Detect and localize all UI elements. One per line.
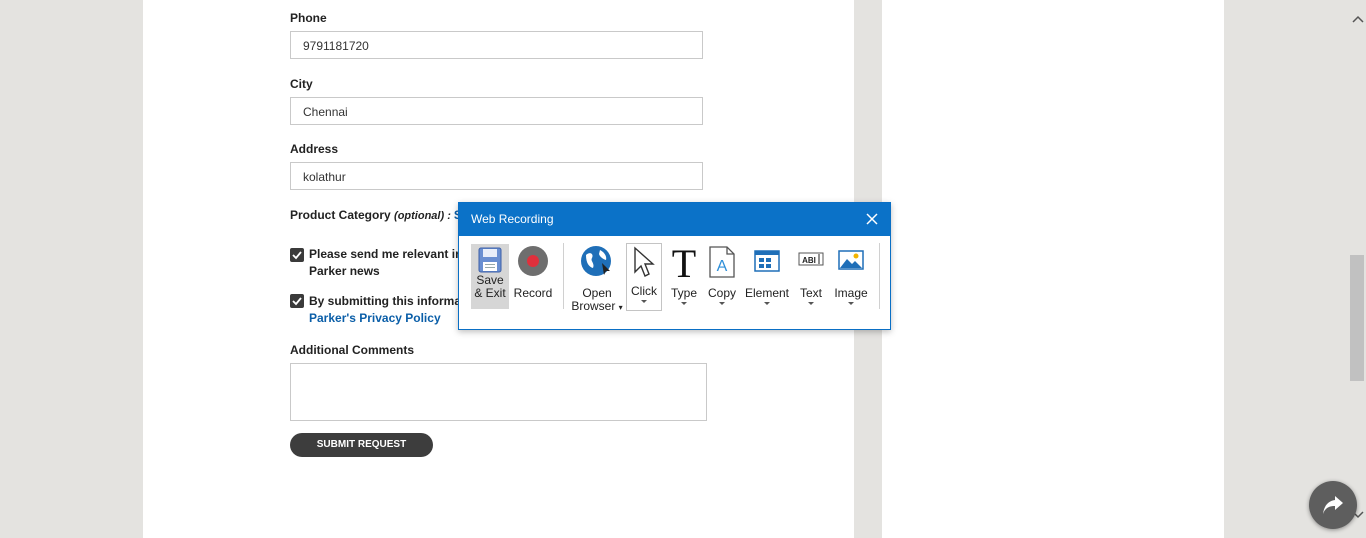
chevron-down-icon[interactable] [681, 302, 687, 305]
open-browser-label-2: Browser ▾ [571, 299, 623, 313]
copy-label: Copy [707, 286, 736, 300]
address-label: Address [290, 142, 339, 156]
svg-text:ABI: ABI [802, 256, 816, 265]
address-input[interactable]: kolathur [290, 162, 703, 190]
share-arrow-icon [1323, 496, 1343, 514]
save-exit-button[interactable]: Save & Exit [471, 244, 509, 309]
privacy-line-1: By submitting this informati [309, 294, 469, 308]
web-recording-dialog: Web Recording Save & Exit Record Open Br… [458, 202, 891, 330]
record-button[interactable]: Record [513, 245, 553, 300]
type-t-icon: T [672, 245, 696, 281]
optional-tag: (optional) [394, 210, 445, 222]
text-button[interactable]: ABI Text [795, 245, 827, 305]
side-panel [882, 0, 1224, 538]
category-separator: : [444, 210, 454, 222]
image-button[interactable]: Image [831, 245, 871, 305]
city-input[interactable]: Chennai [290, 97, 703, 125]
phone-label: Phone [290, 11, 327, 25]
product-category-text: Product Category [290, 208, 391, 222]
click-label: Click [631, 284, 657, 298]
cursor-arrow-icon [634, 246, 655, 277]
open-browser-button[interactable]: Open Browser ▾ [571, 245, 623, 314]
chevron-down-icon[interactable] [764, 302, 770, 305]
product-category-label: Product Category (optional) : Se [290, 208, 469, 222]
element-label: Element [744, 286, 790, 300]
toolbar-separator [563, 243, 564, 309]
copy-document-icon: A [709, 246, 735, 278]
scrollbar-thumb[interactable] [1350, 255, 1364, 381]
share-button[interactable] [1309, 481, 1357, 529]
globe-icon [581, 246, 611, 276]
privacy-consent-text: By submitting this informati Parker's Pr… [309, 293, 468, 327]
scroll-up-icon[interactable] [1352, 12, 1364, 26]
type-label: Type [670, 286, 697, 300]
text-label: Text [799, 286, 822, 300]
record-icon [518, 246, 548, 276]
svg-text:A: A [717, 258, 728, 275]
comments-textarea[interactable] [290, 363, 707, 421]
privacy-checkbox[interactable] [290, 294, 304, 308]
privacy-policy-link[interactable]: Parker's Privacy Policy [309, 310, 468, 327]
newsletter-checkbox[interactable] [290, 248, 304, 262]
save-disk-icon [478, 247, 502, 273]
element-grid-icon [754, 250, 780, 272]
comments-label: Additional Comments [290, 343, 415, 357]
save-exit-label-2: & Exit [474, 286, 506, 300]
chevron-down-icon[interactable] [848, 302, 854, 305]
chevron-down-icon[interactable] [641, 300, 647, 303]
toolbar-separator [879, 243, 880, 309]
close-icon[interactable] [864, 211, 880, 227]
check-icon [292, 297, 302, 306]
dialog-title: Web Recording [459, 203, 890, 236]
phone-input[interactable]: 9791181720 [290, 31, 703, 59]
image-label: Image [834, 286, 868, 300]
chevron-down-icon[interactable] [808, 302, 814, 305]
newsletter-consent-text: Please send me relevant inf Parker news [309, 246, 466, 280]
element-button[interactable]: Element [744, 245, 790, 305]
check-icon [292, 251, 302, 260]
copy-button[interactable]: A Copy [704, 245, 740, 305]
city-label: City [290, 77, 313, 91]
click-button[interactable]: Click [626, 243, 662, 311]
text-field-icon: ABI [798, 252, 824, 266]
image-picture-icon [838, 250, 864, 270]
type-button[interactable]: T Type [666, 245, 702, 305]
newsletter-line-1: Please send me relevant inf [309, 247, 467, 261]
record-label: Record [513, 286, 553, 300]
submit-request-button[interactable]: SUBMIT REQUEST [290, 433, 433, 457]
chevron-down-icon[interactable] [719, 302, 725, 305]
newsletter-line-2: Parker news [309, 264, 380, 278]
svg-text:T: T [672, 245, 696, 281]
